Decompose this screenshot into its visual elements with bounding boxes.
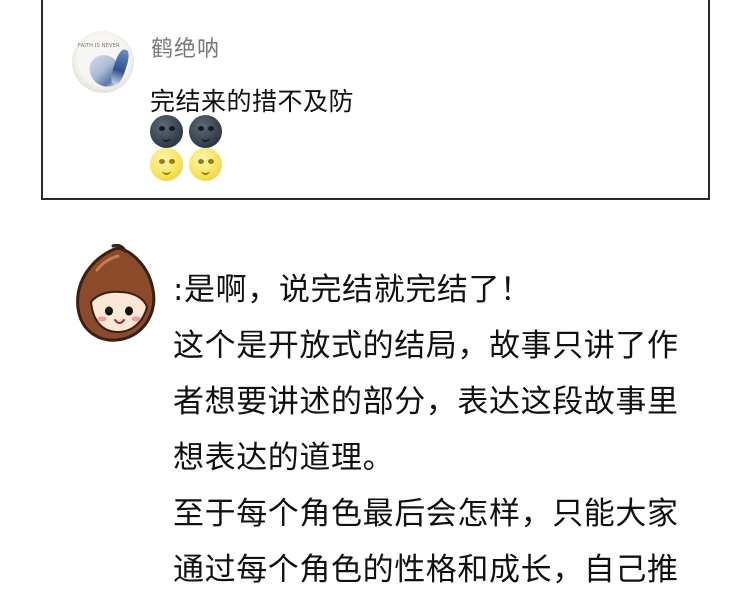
full-moon-face-icon <box>150 148 183 181</box>
reply-line: 这个是开放式的结局，故事只讲了作 <box>173 328 679 364</box>
new-moon-face-icon <box>189 115 222 148</box>
full-moon-face-icon <box>189 148 222 181</box>
user-avatar[interactable]: FAITH IS NEVER <box>72 31 134 93</box>
reply-line: :是啊，说完结就完结了！ <box>173 272 532 308</box>
comment-card: FAITH IS NEVER 鹤绝呐 完结来的措不及防 <box>41 0 710 200</box>
reply-line: 者想要讲述的部分，表达这段故事里 <box>173 384 679 420</box>
comment-text: 完结来的措不及防 <box>150 87 355 116</box>
emoji-row-light <box>150 148 222 181</box>
reply-line: 至于每个角色最后会怎样，只能大家 <box>173 496 679 532</box>
reply-line: 通过每个角色的性格和成长，自己推 <box>173 552 679 588</box>
reply-line: 想表达的道理。 <box>173 440 395 476</box>
chestnut-mascot-icon <box>73 243 161 344</box>
reply-text-block: :是啊，说完结就完结了！ 这个是开放式的结局，故事只讲了作 者想要讲述的部分，表… <box>173 262 733 598</box>
new-moon-face-icon <box>150 115 183 148</box>
emoji-row-dark <box>150 115 222 148</box>
comment-username[interactable]: 鹤绝呐 <box>151 31 220 63</box>
avatar-tag: FAITH IS NEVER <box>78 43 120 49</box>
